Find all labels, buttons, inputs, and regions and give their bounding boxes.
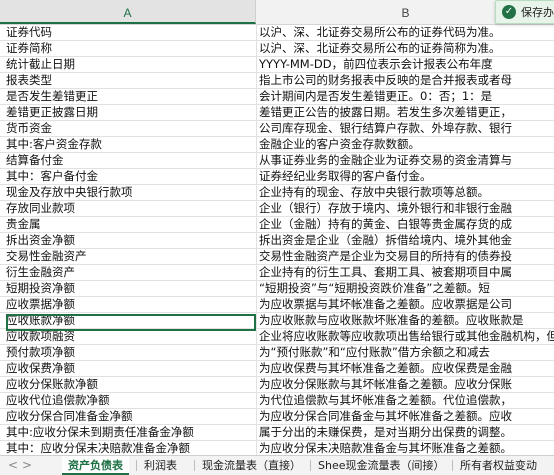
table-row: 应收分保账款净额 为应收分保账款与其坏帐准备之差额。应收分保账 — [0, 376, 554, 393]
column-header-a[interactable]: A — [0, 0, 256, 24]
table-row: 结算备付金 从事证券业务的金融企业为证券交易的资金清算与 — [0, 152, 554, 169]
cell-field-description[interactable]: 为应收分保未决赔款准备金与其坏账准备之差额。 — [259, 440, 554, 456]
cell-field-name[interactable]: 预付款项净额 — [6, 344, 256, 360]
table-row: 衍生金融资产 企业持有的衍生工具、套期工具、被套期项目中属 — [0, 264, 554, 281]
sheet-tab[interactable]: 现金流量表（直接） — [196, 456, 307, 475]
table-row: 应收票据净额 为应收票据与其坏帐准备之差额。应收票据是公司 — [0, 296, 554, 313]
sheet-tab[interactable]: 利润表 — [138, 456, 183, 475]
cell-field-name[interactable]: 证券简称 — [6, 40, 256, 56]
table-row: 存放同业款项 企业（银行）存放于境内、境外银行和非银行金融 — [0, 200, 554, 217]
cell-field-description[interactable]: 以沪、深、北证券交易所公布的证券代码为准。 — [259, 24, 554, 40]
column-divider — [256, 24, 257, 455]
cell-field-name[interactable]: 其中：应收分保未决赔款准备金净额 — [6, 440, 256, 456]
table-row: 其中:应收分保未到期责任准备金净额 属于分出的未赚保费，是对当期分出保费的调整。 — [0, 424, 554, 441]
cell-field-name[interactable]: 应收分保合同准备金净额 — [6, 408, 256, 424]
table-row: 应收代位追偿款净额 为代位追偿款与其坏帐准备之差额。代位追偿款， — [0, 392, 554, 409]
cell-field-description[interactable]: 拆出资金是企业（金融）拆借给境内、境外其他金 — [259, 232, 554, 248]
prev-sheet-button[interactable]: < — [8, 456, 18, 475]
table-row: 应收分保合同准备金净额 为应收分保合同准备金与其坏帐准备之差额。应收 — [0, 408, 554, 425]
table-row: 短期投资净额 “短期投资”与“短期投资跌价准备”之差额。短 — [0, 280, 554, 297]
table-row: 应收保费净额 为应收保费与其坏帐准备之差额。应收保费是金融 — [0, 360, 554, 377]
cell-field-name[interactable]: 现金及存放中央银行款项 — [6, 184, 256, 200]
cell-field-description[interactable]: 公司库存现金、银行结算户存款、外埠存款、银行 — [259, 120, 554, 136]
cell-field-name[interactable]: 应收代位追偿款净额 — [6, 392, 256, 408]
cell-field-name[interactable]: 证券代码 — [6, 24, 256, 40]
table-row: 证券代码 以沪、深、北证券交易所公布的证券代码为准。 — [0, 24, 554, 41]
sheet-tab-bar: < > 资产负债表 利润表 现金流量表（直接） Shee现金流量表（间接） 所有者权益变… — [0, 455, 554, 475]
sheet-tab[interactable]: 所有者权益变动 — [454, 456, 543, 475]
cell-field-description[interactable]: 会计期间内是否发生差错更正。0：否；1：是 — [259, 88, 554, 104]
cell-field-name[interactable]: 其中:应收分保未到期责任准备金净额 — [6, 424, 256, 440]
cell-field-description[interactable]: 金融企业的客户资金存款数额。 — [259, 136, 554, 152]
table-row: 统计截止日期 YYYY-MM-DD，前四位表示会计报表公布年度 — [0, 56, 554, 73]
table-row: 其中：客户备付金 证券经纪业务取得的客户备付金。 — [0, 168, 554, 185]
cell-field-name[interactable]: 应收分保账款净额 — [6, 376, 256, 392]
tab-separator — [136, 460, 137, 471]
table-row: 证券简称 以沪、深、北证券交易所公布的证券简称为准。 — [0, 40, 554, 57]
selected-cell[interactable] — [6, 314, 256, 331]
next-sheet-button[interactable]: > — [22, 456, 32, 475]
cell-field-description[interactable]: 为“预付账款”和“应付账款”借方余额之和减去 — [259, 344, 554, 360]
cell-field-description[interactable]: YYYY-MM-DD，前四位表示会计报表公布年度 — [259, 56, 554, 72]
cell-field-name[interactable]: 报表类型 — [6, 72, 256, 88]
cell-field-name[interactable]: 应收保费净额 — [6, 360, 256, 376]
cell-field-description[interactable]: 为应收分保账款与其坏帐准备之差额。应收分保账 — [259, 376, 554, 392]
table-row: 是否发生差错更正 会计期间内是否发生差错更正。0：否；1：是 — [0, 88, 554, 105]
cell-field-name[interactable]: 拆出资金净额 — [6, 232, 256, 248]
cell-field-description[interactable]: 为应收保费与其坏帐准备之差额。应收保费是金融 — [259, 360, 554, 376]
cell-field-description[interactable]: 为代位追偿款与其坏帐准备之差额。代位追偿款， — [259, 392, 554, 408]
tab-separator — [194, 460, 195, 471]
check-icon: ✓ — [502, 5, 516, 19]
cell-field-name[interactable]: 衍生金融资产 — [6, 264, 256, 280]
cell-field-description[interactable]: 为应收票据与其坏帐准备之差额。应收票据是公司 — [259, 296, 554, 312]
cell-field-description[interactable]: 差错更正公告的披露日期。若发生多次差错更正， — [259, 104, 554, 120]
cell-field-description[interactable]: 证券经纪业务取得的客户备付金。 — [259, 168, 554, 184]
cell-field-name[interactable]: 结算备付金 — [6, 152, 256, 168]
cell-field-name[interactable]: 交易性金融资产 — [6, 248, 256, 264]
cell-field-description[interactable]: 以沪、深、北证券交易所公布的证券简称为准。 — [259, 40, 554, 56]
cell-field-name[interactable]: 是否发生差错更正 — [6, 88, 256, 104]
cell-field-description[interactable]: 为应收分保合同准备金与其坏帐准备之差额。应收 — [259, 408, 554, 424]
table-row: 贵金属 企业（金融）持有的黄金、白银等贵金属存货的成 — [0, 216, 554, 233]
cell-field-description[interactable]: 企业持有的现金、存放中央银行款项等总额。 — [259, 184, 554, 200]
cell-field-description[interactable]: 企业（银行）存放于境内、境外银行和非银行金融 — [259, 200, 554, 216]
table-row: 货币资金 公司库存现金、银行结算户存款、外埠存款、银行 — [0, 120, 554, 137]
cell-field-description[interactable]: 交易性金融资产是企业为交易目的所持有的债券投 — [259, 248, 554, 264]
cell-field-description[interactable]: 企业持有的衍生工具、套期工具、被套期项目中属 — [259, 264, 554, 280]
cell-field-name[interactable]: 贵金属 — [6, 216, 256, 232]
save-toast: ✓ 保存办 — [495, 0, 554, 24]
sheet-tab[interactable]: 资产负债表 — [62, 456, 129, 475]
cell-field-name[interactable]: 存放同业款项 — [6, 200, 256, 216]
cell-field-name[interactable]: 其中：客户备付金 — [6, 168, 256, 184]
table-row: 拆出资金净额 拆出资金是企业（金融）拆借给境内、境外其他金 — [0, 232, 554, 249]
sheet-tab[interactable]: Shee现金流量表（间接） — [312, 456, 451, 475]
table-row: 交易性金融资产 交易性金融资产是企业为交易目的所持有的债券投 — [0, 248, 554, 265]
cell-field-description[interactable]: 从事证券业务的金融企业为证券交易的资金清算与 — [259, 152, 554, 168]
table-row: 其中:客户资金存款 金融企业的客户资金存款数额。 — [0, 136, 554, 153]
table-row: 现金及存放中央银行款项 企业持有的现金、存放中央银行款项等总额。 — [0, 184, 554, 201]
table-row: 差错更正披露日期 差错更正公告的披露日期。若发生多次差错更正， — [0, 104, 554, 121]
cell-field-description[interactable]: 属于分出的未赚保费，是对当期分出保费的调整。 — [259, 424, 554, 440]
cell-field-name[interactable]: 差错更正披露日期 — [6, 104, 256, 120]
cell-field-name[interactable]: 统计截止日期 — [6, 56, 256, 72]
tab-separator — [310, 460, 311, 471]
cell-field-description[interactable]: 企业（金融）持有的黄金、白银等贵金属存货的成 — [259, 216, 554, 232]
cell-field-name[interactable]: 其中:客户资金存款 — [6, 136, 256, 152]
cell-field-name[interactable]: 应收票据净额 — [6, 296, 256, 312]
cell-field-name[interactable]: 短期投资净额 — [6, 280, 256, 296]
cell-field-description[interactable]: 指上市公司的财务报表中反映的是合并报表或者母 — [259, 72, 554, 88]
cell-field-name[interactable]: 货币资金 — [6, 120, 256, 136]
cell-field-description[interactable]: 为应收账款与应收账款坏账准备的差额。应收账款是 — [259, 312, 554, 328]
cell-field-description[interactable]: 企业将应收账款等应收款项出售给银行或其他金融机构，但是 — [259, 328, 554, 344]
table-row: 报表类型 指上市公司的财务报表中反映的是合并报表或者母 — [0, 72, 554, 89]
save-toast-text: 保存办 — [521, 6, 554, 19]
cell-field-description[interactable]: “短期投资”与“短期投资跌价准备”之差额。短 — [259, 280, 554, 296]
column-header-bar: A B — [0, 0, 554, 25]
table-row: 预付款项净额 为“预付账款”和“应付账款”借方余额之和减去 — [0, 344, 554, 361]
tab-separator — [452, 460, 453, 471]
